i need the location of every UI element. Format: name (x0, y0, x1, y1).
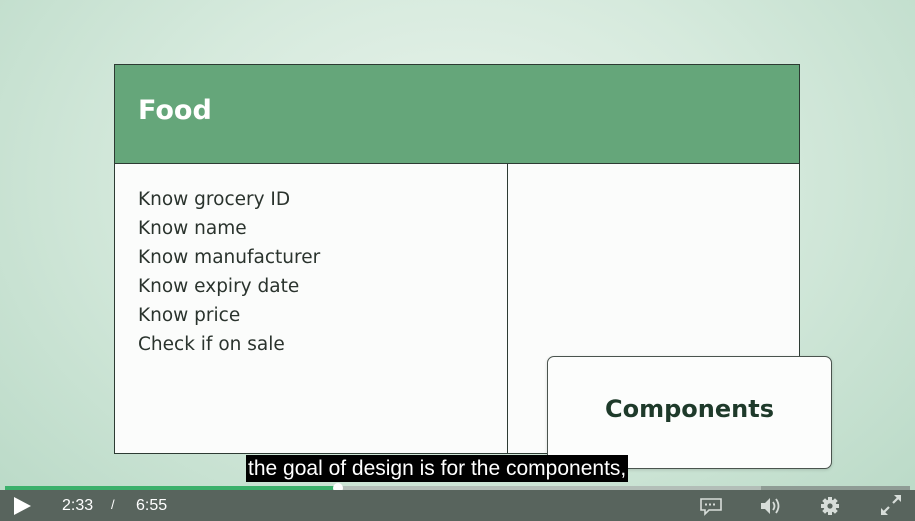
responsibility-item: Know manufacturer (138, 247, 321, 268)
time-separator: / (111, 497, 115, 512)
responsibility-item: Know price (138, 305, 241, 326)
video-player[interactable]: Food Know grocery ID Know name Know manu… (0, 0, 915, 521)
settings-icon (821, 497, 839, 515)
column-divider (507, 163, 508, 453)
play-icon (14, 497, 31, 515)
crc-card-title: Food (138, 95, 212, 126)
settings-button[interactable] (818, 495, 842, 517)
collaborator-card: Components (547, 356, 832, 469)
subtitle-caption: the goal of design is for the components… (246, 455, 629, 482)
fullscreen-button[interactable] (879, 495, 903, 517)
current-time: 2:33 (62, 497, 94, 514)
responsibility-item: Know grocery ID (138, 189, 291, 210)
responsibility-item: Know expiry date (138, 276, 300, 297)
fullscreen-icon (881, 495, 901, 515)
captions-button[interactable] (699, 495, 723, 517)
responsibilities-list: Know grocery ID Know name Know manufactu… (138, 185, 320, 359)
responsibility-item: Check if on sale (138, 334, 285, 355)
player-control-bar: 2:33 / 6:55 (0, 490, 915, 521)
responsibility-item: Know name (138, 218, 247, 239)
duration: 6:55 (136, 497, 168, 514)
volume-icon (761, 498, 780, 514)
collaborator-label: Components (605, 395, 774, 423)
play-button[interactable] (10, 495, 34, 517)
captions-icon (700, 498, 722, 516)
crc-card-header: Food (115, 65, 799, 164)
volume-button[interactable] (758, 495, 782, 517)
